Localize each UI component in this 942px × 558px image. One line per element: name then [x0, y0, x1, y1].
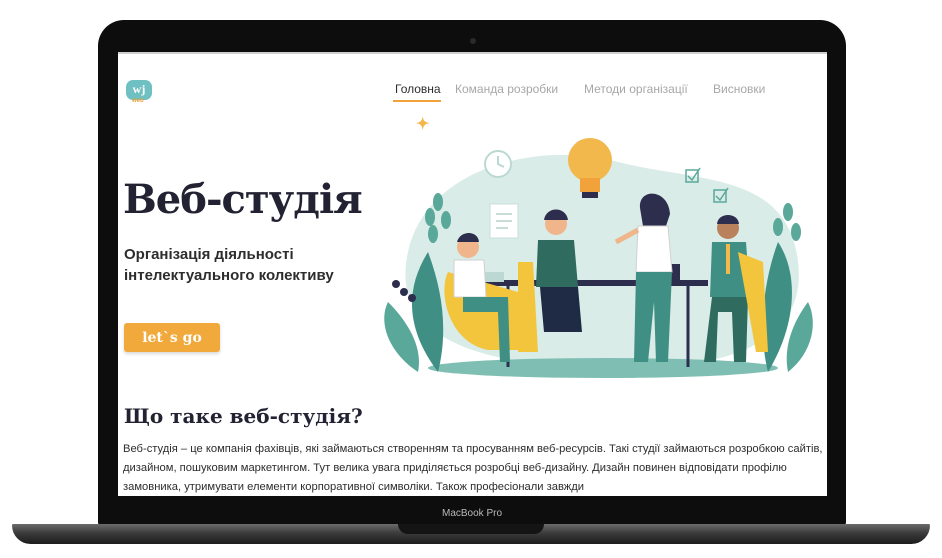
- browser-top-edge: [118, 52, 827, 54]
- hero-subtitle: Організація діяльності інтелектуального …: [124, 246, 334, 284]
- nav-item-team[interactable]: Команда розробки: [455, 82, 558, 96]
- nav-item-conclusions[interactable]: Висновки: [713, 82, 765, 96]
- laptop-notch: [398, 524, 544, 534]
- team-illustration: [384, 138, 813, 378]
- screen: wj web Головна Команда розробки Методи о…: [118, 52, 827, 496]
- meeting-table: [478, 280, 708, 286]
- main-nav: Головна Команда розробки Методи організа…: [118, 80, 827, 102]
- nav-item-home[interactable]: Головна: [395, 82, 441, 96]
- lets-go-button[interactable]: let`s go: [124, 323, 220, 352]
- document-icon: [489, 203, 519, 239]
- device-label: MacBook Pro: [441, 508, 503, 519]
- section-title: Що таке веб-студія?: [124, 404, 363, 428]
- hero-title: Веб-студія: [123, 176, 363, 223]
- nav-item-methods[interactable]: Методи організації: [584, 82, 688, 96]
- section-paragraph: Веб-студія – це компанія фахівців, які з…: [123, 443, 823, 493]
- clock-icon: [484, 150, 512, 178]
- nav-active-underline: [393, 100, 441, 102]
- webcam: [470, 38, 476, 44]
